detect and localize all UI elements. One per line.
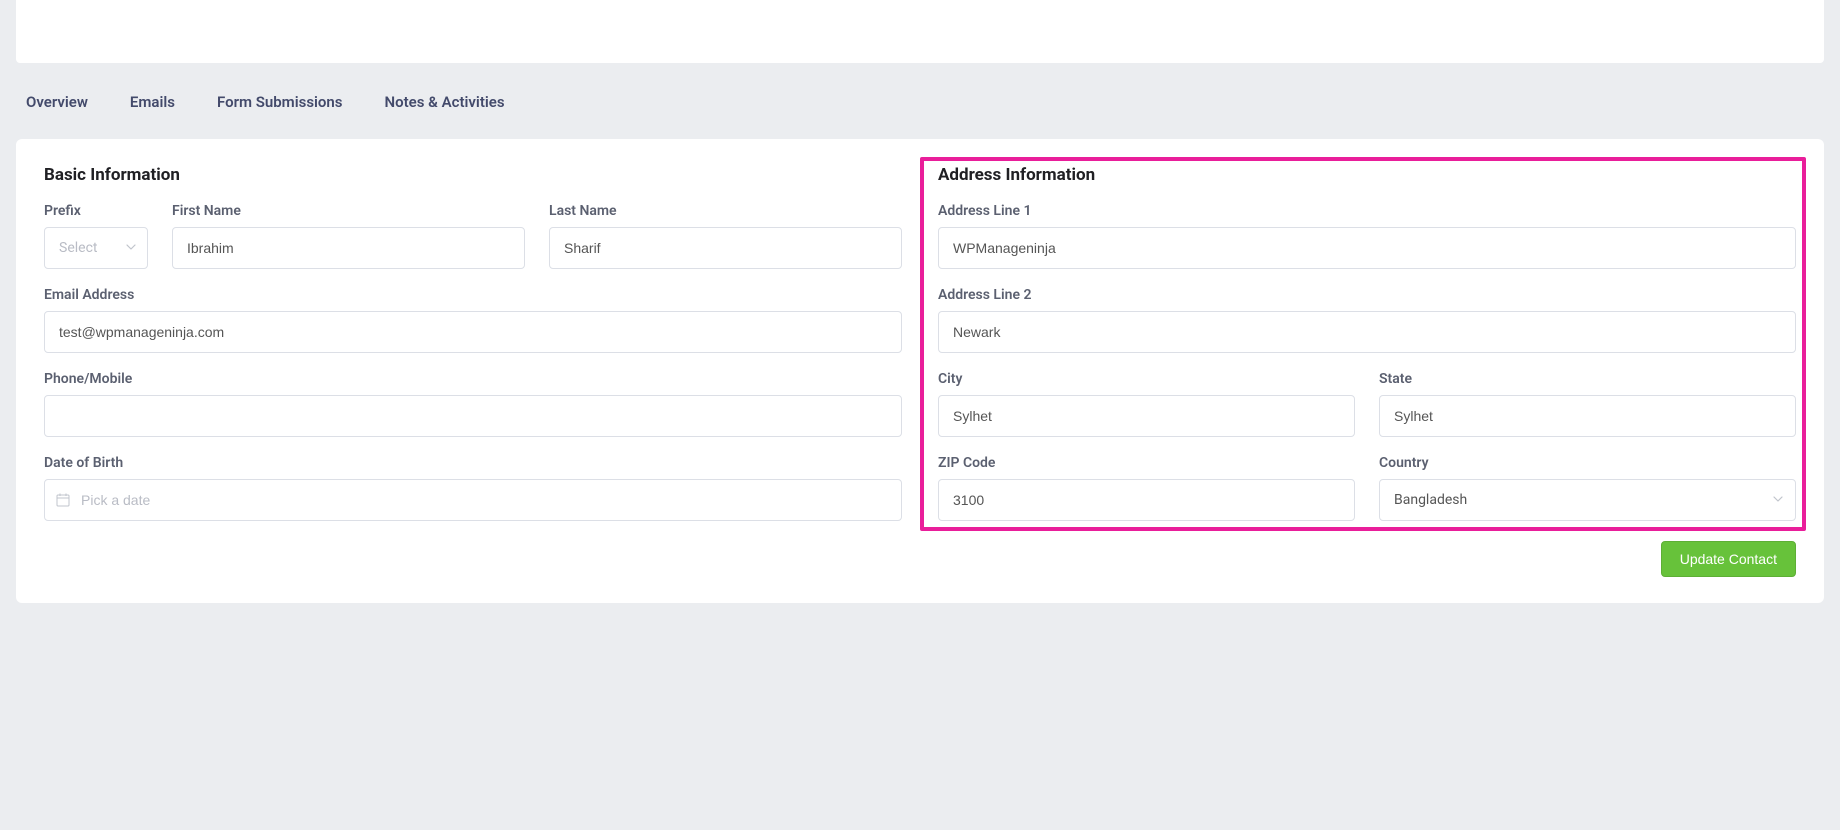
update-contact-button[interactable]: Update Contact [1661,541,1796,577]
basic-info-title: Basic Information [44,165,902,185]
phone-input[interactable] [44,395,902,437]
zip-label: ZIP Code [938,455,1355,471]
tab-notes-activities[interactable]: Notes & Activities [385,93,505,111]
country-label: Country [1379,455,1796,471]
address-info-section: Address Information Address Line 1 Addre… [938,165,1796,521]
address-line2-label: Address Line 2 [938,287,1796,303]
first-name-label: First Name [172,203,525,219]
city-label: City [938,371,1355,387]
first-name-input[interactable] [172,227,525,269]
tabs-nav: Overview Emails Form Submissions Notes &… [0,63,1840,125]
email-input[interactable] [44,311,902,353]
address-line2-input[interactable] [938,311,1796,353]
city-input[interactable] [938,395,1355,437]
last-name-input[interactable] [549,227,902,269]
dob-label: Date of Birth [44,455,902,471]
top-blank-area [16,0,1824,63]
tab-emails[interactable]: Emails [130,93,175,111]
chevron-down-icon [1773,492,1783,508]
prefix-select[interactable]: Select [44,227,148,269]
address-line1-label: Address Line 1 [938,203,1796,219]
last-name-label: Last Name [549,203,902,219]
dob-input[interactable] [44,479,902,521]
country-select[interactable]: Bangladesh [1379,479,1796,521]
address-info-title: Address Information [938,165,1796,185]
tab-form-submissions[interactable]: Form Submissions [217,93,343,111]
email-label: Email Address [44,287,902,303]
phone-label: Phone/Mobile [44,371,902,387]
basic-info-section: Basic Information Prefix Select First Na… [44,165,902,521]
tab-overview[interactable]: Overview [26,93,88,111]
zip-input[interactable] [938,479,1355,521]
state-label: State [1379,371,1796,387]
prefix-label: Prefix [44,203,148,219]
contact-panel: Basic Information Prefix Select First Na… [16,139,1824,603]
state-input[interactable] [1379,395,1796,437]
address-line1-input[interactable] [938,227,1796,269]
country-value: Bangladesh [1394,492,1467,508]
